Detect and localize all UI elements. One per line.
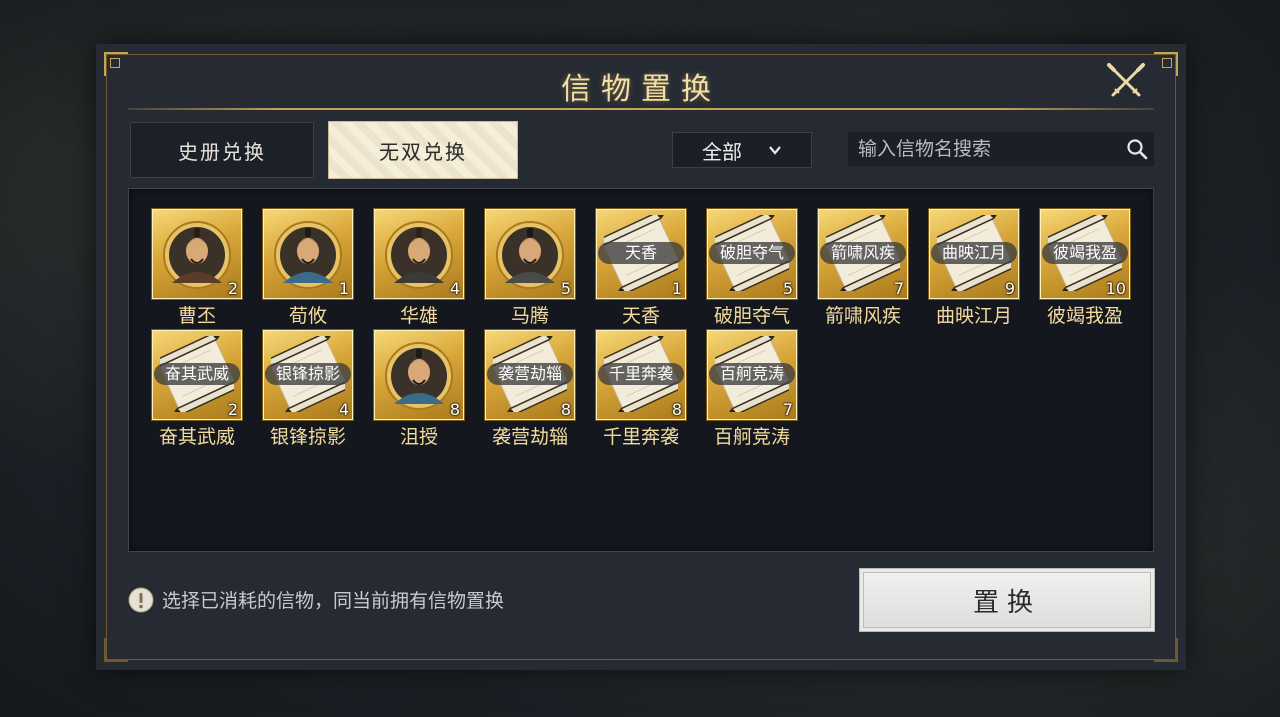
search-bar: [848, 132, 1154, 166]
token-name: 天香: [621, 305, 660, 327]
token-thumbnail: 天香 1: [596, 209, 686, 299]
token-thumbnail: 2: [152, 209, 242, 299]
filter-selected-value: 全部: [702, 139, 742, 164]
corner-ornament: [1154, 638, 1178, 662]
token-item[interactable]: 奋其武威 2 奋其武威: [152, 330, 242, 449]
token-thumbnail: 4: [374, 209, 464, 299]
token-item[interactable]: 百舸竞涛 7 百舸竞涛: [707, 330, 797, 449]
token-count: 1: [338, 279, 349, 298]
token-name: 银锋掠影: [269, 426, 346, 448]
token-item[interactable]: 袭营劫辎 8 袭营劫辎: [485, 330, 575, 449]
token-thumbnail: 曲映江月 9: [929, 209, 1019, 299]
token-name: 荀攸: [288, 305, 327, 327]
token-name: 马腾: [510, 305, 549, 327]
search-icon[interactable]: [1126, 138, 1148, 160]
token-name: 奋其武威: [158, 426, 235, 448]
token-thumbnail: 袭营劫辎 8: [485, 330, 575, 420]
token-name: 沮授: [399, 426, 438, 448]
scroll-label: 千里奔袭: [598, 363, 684, 385]
scroll-label: 天香: [598, 242, 684, 264]
hint-text: 选择已消耗的信物，同当前拥有信物置换: [162, 590, 505, 612]
token-item[interactable]: 箭啸风疾 7 箭啸风疾: [818, 209, 908, 328]
tab-peerless-exchange[interactable]: 无双兑换: [328, 121, 518, 179]
title-divider: [128, 108, 1154, 110]
corner-ornament: [104, 638, 128, 662]
token-count: 7: [893, 279, 904, 298]
token-thumbnail: 百舸竞涛 7: [707, 330, 797, 420]
token-name: 千里奔袭: [602, 426, 679, 448]
token-thumbnail: 千里奔袭 8: [596, 330, 686, 420]
token-item[interactable]: 银锋掠影 4 银锋掠影: [263, 330, 353, 449]
dialog-title: 信物置换: [561, 72, 721, 107]
token-name: 曹丕: [177, 305, 216, 327]
token-thumbnail: 破胆夺气 5: [707, 209, 797, 299]
token-item[interactable]: 4 华雄: [374, 209, 464, 328]
token-count: 2: [227, 279, 238, 298]
token-item[interactable]: 曲映江月 9 曲映江月: [929, 209, 1019, 328]
token-count: 4: [449, 279, 460, 298]
token-name: 箭啸风疾: [824, 305, 901, 327]
scroll-label: 曲映江月: [931, 242, 1017, 264]
hero-portrait-icon: [385, 342, 453, 410]
hero-portrait-icon: [274, 221, 342, 289]
hero-portrait-icon: [496, 221, 564, 289]
exchange-button[interactable]: 置换: [859, 568, 1155, 632]
token-count: 5: [782, 279, 793, 298]
token-name: 破胆夺气: [713, 305, 790, 327]
token-name: 袭营劫辎: [491, 426, 568, 448]
token-count: 7: [782, 400, 793, 419]
token-name: 百舸竞涛: [713, 426, 790, 448]
scroll-label: 箭啸风疾: [820, 242, 906, 264]
token-name: 华雄: [399, 305, 438, 327]
close-button[interactable]: [1106, 62, 1146, 102]
scroll-label: 银锋掠影: [265, 363, 351, 385]
token-item[interactable]: 5 马腾: [485, 209, 575, 328]
token-count: 8: [560, 400, 571, 419]
token-thumbnail: 8: [374, 330, 464, 420]
token-name: 彼竭我盈: [1046, 305, 1123, 327]
token-item[interactable]: 破胆夺气 5 破胆夺气: [707, 209, 797, 328]
token-thumbnail: 1: [263, 209, 353, 299]
token-item[interactable]: 2 曹丕: [152, 209, 242, 328]
tab-history-exchange[interactable]: 史册兑换: [130, 122, 314, 178]
token-count: 1: [671, 279, 682, 298]
category-filter-dropdown[interactable]: 全部: [672, 132, 812, 168]
token-item[interactable]: 1 荀攸: [263, 209, 353, 328]
token-item[interactable]: 千里奔袭 8 千里奔袭: [596, 330, 686, 449]
token-thumbnail: 彼竭我盈 10: [1040, 209, 1130, 299]
token-count: 10: [1105, 279, 1126, 298]
scroll-label: 袭营劫辎: [487, 363, 573, 385]
token-item[interactable]: 天香 1 天香: [596, 209, 686, 328]
hero-portrait-icon: [163, 221, 231, 289]
token-thumbnail: 奋其武威 2: [152, 330, 242, 420]
token-grid: 2 曹丕 1 荀攸 4 华雄 5 马腾 天香 1 天香 破胆夺气 5 破胆夺气 箭啸风疾 7 箭啸风疾 曲映江月 9…: [128, 188, 1154, 552]
search-input[interactable]: [848, 137, 1126, 161]
token-thumbnail: 箭啸风疾 7: [818, 209, 908, 299]
exclamation-icon: [128, 587, 154, 612]
token-count: 5: [560, 279, 571, 298]
token-item[interactable]: 8 沮授: [374, 330, 464, 449]
token-count: 4: [338, 400, 349, 419]
token-count: 8: [671, 400, 682, 419]
crossed-swords-close-icon: [1107, 63, 1145, 97]
token-thumbnail: 银锋掠影 4: [263, 330, 353, 420]
scroll-label: 彼竭我盈: [1042, 242, 1128, 264]
token-name: 曲映江月: [935, 305, 1012, 327]
scroll-label: 奋其武威: [154, 363, 240, 385]
hero-portrait-icon: [385, 221, 453, 289]
token-count: 9: [1004, 279, 1015, 298]
token-count: 2: [227, 400, 238, 419]
token-thumbnail: 5: [485, 209, 575, 299]
scroll-label: 破胆夺气: [709, 242, 795, 264]
exchange-hint: 选择已消耗的信物，同当前拥有信物置换: [128, 586, 504, 613]
token-exchange-dialog: 信物置换 史册兑换 无双兑换 全部 2曹丕1荀攸4华雄5马腾天香1天香破胆夺气5…: [96, 44, 1186, 670]
scroll-label: 百舸竞涛: [709, 363, 795, 385]
token-item[interactable]: 彼竭我盈 10 彼竭我盈: [1040, 209, 1130, 328]
token-count: 8: [449, 400, 460, 419]
chevron-down-icon: [769, 146, 781, 155]
